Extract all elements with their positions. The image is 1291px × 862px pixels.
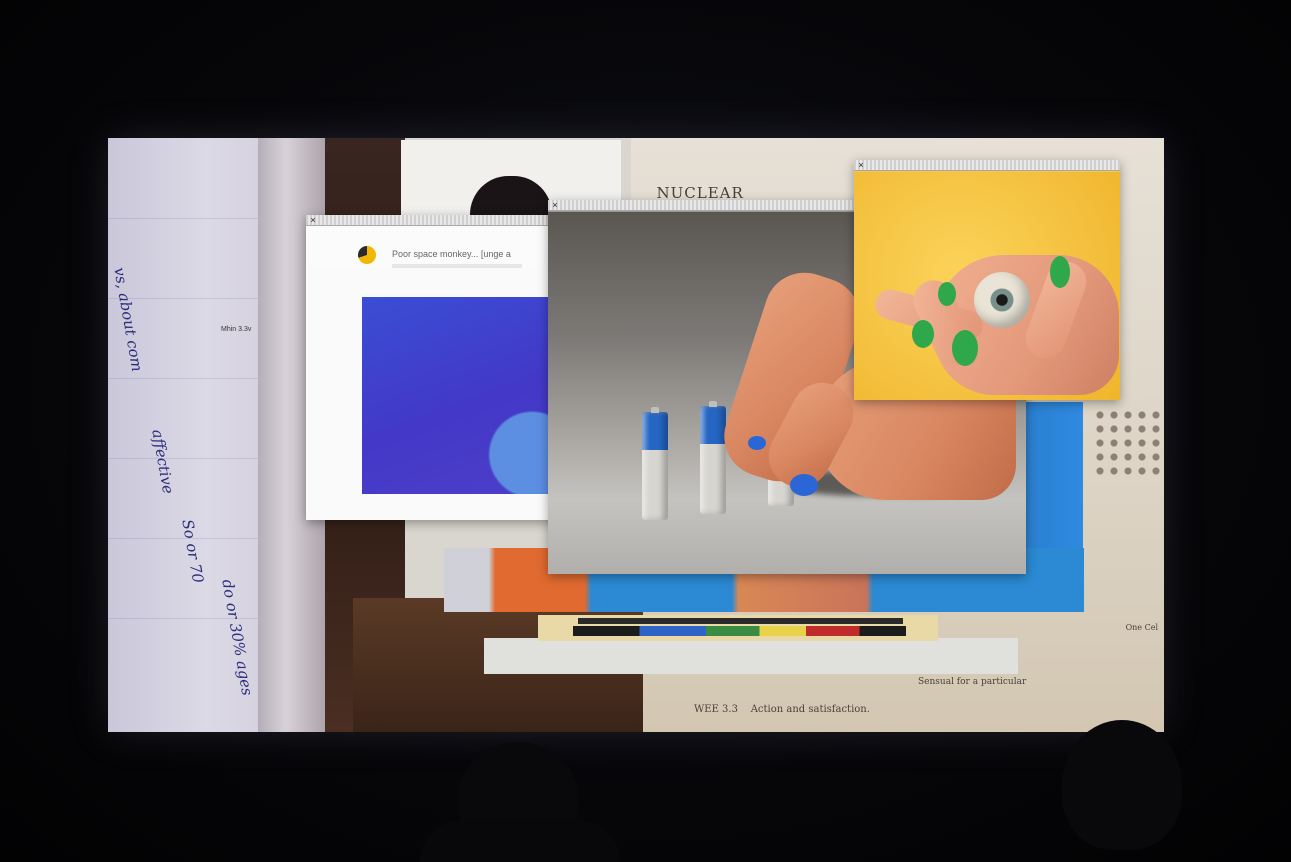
handwritten-note: affective: [148, 428, 178, 496]
page-label: Mhin 3.3v: [221, 326, 252, 333]
light-panel-bottom: [484, 638, 1018, 674]
tab-subtitle-placeholder: [392, 264, 522, 268]
document-side-label: One Cel: [1125, 623, 1158, 632]
battery: [700, 401, 726, 514]
audience-silhouette: [1062, 720, 1182, 850]
close-icon[interactable]: ×: [856, 160, 866, 170]
dot-grid-diagram: [1093, 408, 1163, 478]
audience-silhouette: [420, 820, 620, 862]
window-titlebar[interactable]: ×: [306, 215, 564, 226]
handwritten-note: do or 30% ages: [218, 578, 257, 697]
browser-tab-row[interactable]: Poor space monkey... [unge a: [306, 226, 564, 268]
book-spine-color-band: [573, 626, 906, 636]
close-icon[interactable]: ×: [550, 200, 560, 210]
green-fingernail: [938, 282, 956, 306]
blue-fingernail: [790, 474, 818, 496]
blue-fingernail: [748, 436, 766, 450]
document-caption: Sensual for a particular: [918, 677, 1027, 687]
battery: [642, 407, 668, 520]
projection-screen: vs, about com affective So or 70 do or 3…: [108, 138, 1164, 732]
tab-title[interactable]: Poor space monkey... [unge a: [392, 249, 511, 259]
app-logo-icon: [358, 246, 376, 264]
green-fingernail: [952, 330, 978, 366]
green-fingernail: [912, 320, 934, 348]
batteries-photo-floor: [548, 500, 1026, 574]
handwritten-note: vs, about com: [110, 266, 147, 373]
eyeball: [974, 272, 1030, 328]
window-eyeball-photo[interactable]: ×: [854, 160, 1120, 400]
book-spine-dark-band: [578, 618, 903, 624]
document-footer: WEE 3.3 Action and satisfaction.: [694, 704, 870, 715]
document-footer-section: WEE 3.3: [694, 704, 738, 715]
window-browser-monkey[interactable]: × Poor space monkey... [unge a: [306, 215, 564, 520]
close-icon[interactable]: ×: [308, 215, 318, 225]
document-footer-text: Action and satisfaction.: [750, 704, 870, 715]
handwritten-note: So or 70: [178, 518, 208, 585]
blue-image: [362, 297, 562, 494]
green-fingernail: [1050, 256, 1070, 288]
window-titlebar[interactable]: ×: [854, 160, 1120, 171]
